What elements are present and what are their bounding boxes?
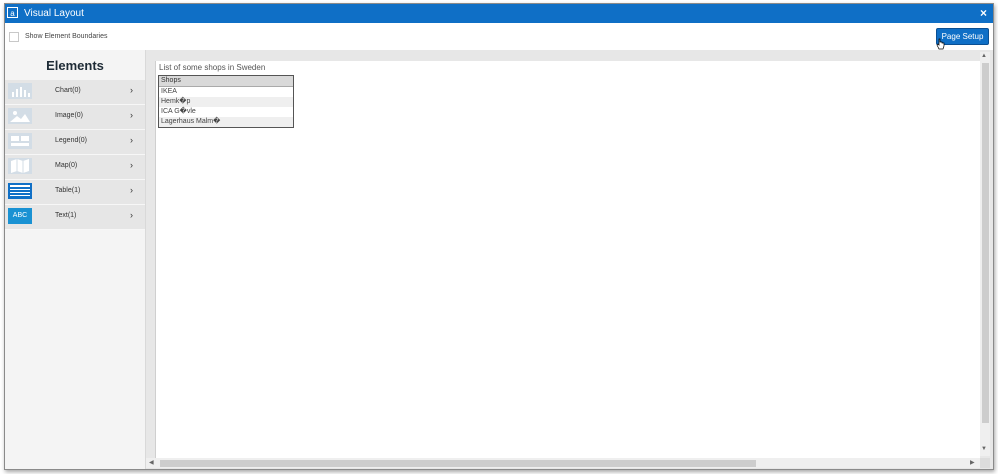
- map-icon: [8, 158, 32, 174]
- element-label-map: Map(0): [55, 162, 78, 169]
- element-item-text[interactable]: ABC Text(1) ›: [5, 205, 145, 230]
- layout-canvas-area: List of some shops in Sweden Shops IKEA …: [146, 50, 993, 469]
- vertical-scrollbar[interactable]: ▲ ▼: [980, 52, 990, 456]
- table-icon: [8, 183, 32, 199]
- elements-list: Chart(0) › Image(0) › Legend(0) › Map(0)…: [5, 80, 145, 230]
- element-item-table[interactable]: Table(1) ›: [5, 180, 145, 205]
- chevron-right-icon: ›: [130, 85, 133, 95]
- legend-icon: [8, 133, 32, 149]
- window-title: Visual Layout: [24, 8, 84, 19]
- chevron-right-icon: ›: [130, 160, 133, 170]
- chevron-right-icon: ›: [130, 210, 133, 220]
- element-item-image[interactable]: Image(0) ›: [5, 105, 145, 130]
- vertical-scroll-thumb[interactable]: [982, 63, 989, 423]
- title-bar: a Visual Layout ×: [5, 4, 993, 23]
- elements-title: Elements: [46, 58, 104, 73]
- chevron-right-icon: ›: [130, 135, 133, 145]
- close-button[interactable]: ×: [980, 6, 987, 20]
- scroll-down-icon[interactable]: ▼: [981, 446, 987, 452]
- scroll-up-icon[interactable]: ▲: [981, 53, 987, 59]
- elements-panel: Elements Chart(0) › Image(0) › Legend(0)…: [5, 50, 146, 469]
- element-label-legend: Legend(0): [55, 137, 87, 144]
- horizontal-scrollbar[interactable]: ◀ ▶: [146, 458, 980, 468]
- element-item-map[interactable]: Map(0) ›: [5, 155, 145, 180]
- show-boundaries-checkbox[interactable]: [9, 32, 19, 42]
- horizontal-scroll-thumb[interactable]: [160, 460, 756, 467]
- image-icon: [8, 108, 32, 124]
- table-row: IKEA: [161, 88, 177, 95]
- visual-layout-window: a Visual Layout × Show Element Boundarie…: [4, 3, 994, 470]
- table-caption-text[interactable]: List of some shops in Sweden: [159, 63, 265, 72]
- chevron-right-icon: ›: [130, 185, 133, 195]
- table-header: Shops: [159, 76, 293, 87]
- table-row: ICA G�vle: [161, 108, 196, 115]
- chevron-right-icon: ›: [130, 110, 133, 120]
- table-row: Hemk�p: [159, 97, 293, 107]
- shops-table[interactable]: Shops IKEA Hemk�p ICA G�vle Lagerhaus Ma…: [158, 75, 294, 128]
- element-label-chart: Chart(0): [55, 87, 81, 94]
- scroll-left-icon[interactable]: ◀: [149, 459, 154, 466]
- chart-icon: [8, 83, 32, 99]
- toolbar: Show Element Boundaries Page Setup: [5, 23, 993, 50]
- scrollbar-corner: [980, 458, 990, 468]
- layout-page[interactable]: List of some shops in Sweden Shops IKEA …: [155, 61, 980, 458]
- show-boundaries-label[interactable]: Show Element Boundaries: [25, 33, 108, 40]
- app-icon: a: [7, 7, 18, 18]
- element-item-chart[interactable]: Chart(0) ›: [5, 80, 145, 105]
- scroll-right-icon[interactable]: ▶: [970, 459, 975, 466]
- element-label-text: Text(1): [55, 212, 77, 219]
- element-item-legend[interactable]: Legend(0) ›: [5, 130, 145, 155]
- table-row: Lagerhaus Malm�: [159, 117, 293, 127]
- element-label-table: Table(1): [55, 187, 81, 194]
- text-abc-icon: ABC: [8, 208, 32, 224]
- element-label-image: Image(0): [55, 112, 84, 119]
